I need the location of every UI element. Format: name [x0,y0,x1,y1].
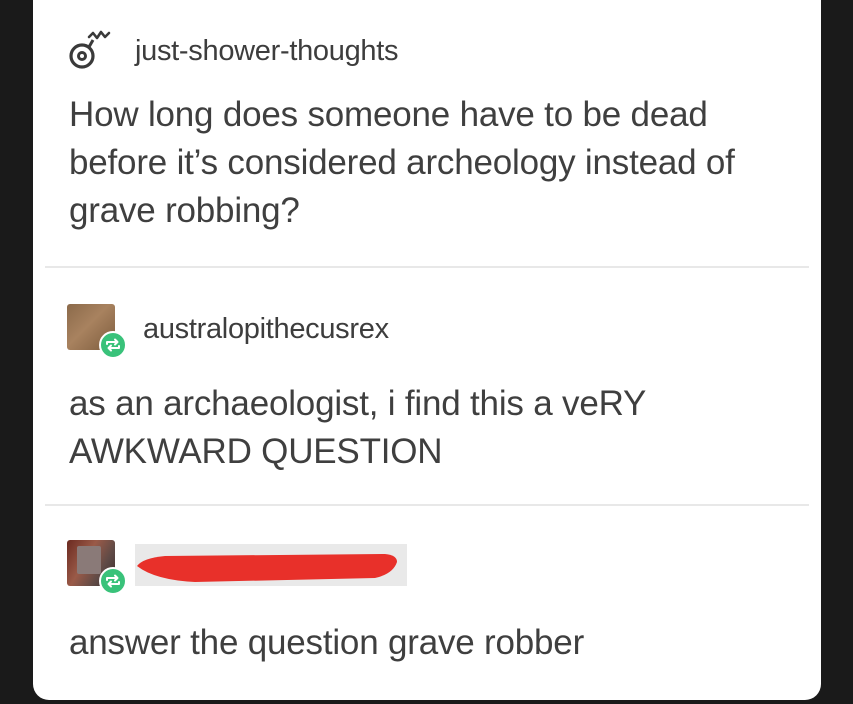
post-username[interactable]: just-shower-thoughts [135,35,398,68]
post-card: just-shower-thoughts How long does someo… [33,0,821,700]
redacted-username [135,544,407,586]
post-body: answer the question grave robber [69,623,585,662]
avatar[interactable] [67,540,127,595]
post-header: australopithecusrex [67,304,389,359]
post-body: How long does someone have to be dead be… [69,95,735,230]
post-username[interactable]: australopithecusrex [143,313,389,346]
post-header [67,540,407,595]
reblog-icon [99,567,127,595]
reblog-post: answer the question grave robber [33,506,821,700]
avatar[interactable] [67,304,127,359]
reblog-icon [99,331,127,359]
original-post: just-shower-thoughts How long does someo… [33,0,821,268]
reblog-post: australopithecusrex as an archaeologist,… [33,268,821,506]
shower-head-icon[interactable] [67,28,113,74]
post-header: just-shower-thoughts [67,28,398,74]
post-body: as an archaeologist, i find this a veRY … [69,384,647,471]
